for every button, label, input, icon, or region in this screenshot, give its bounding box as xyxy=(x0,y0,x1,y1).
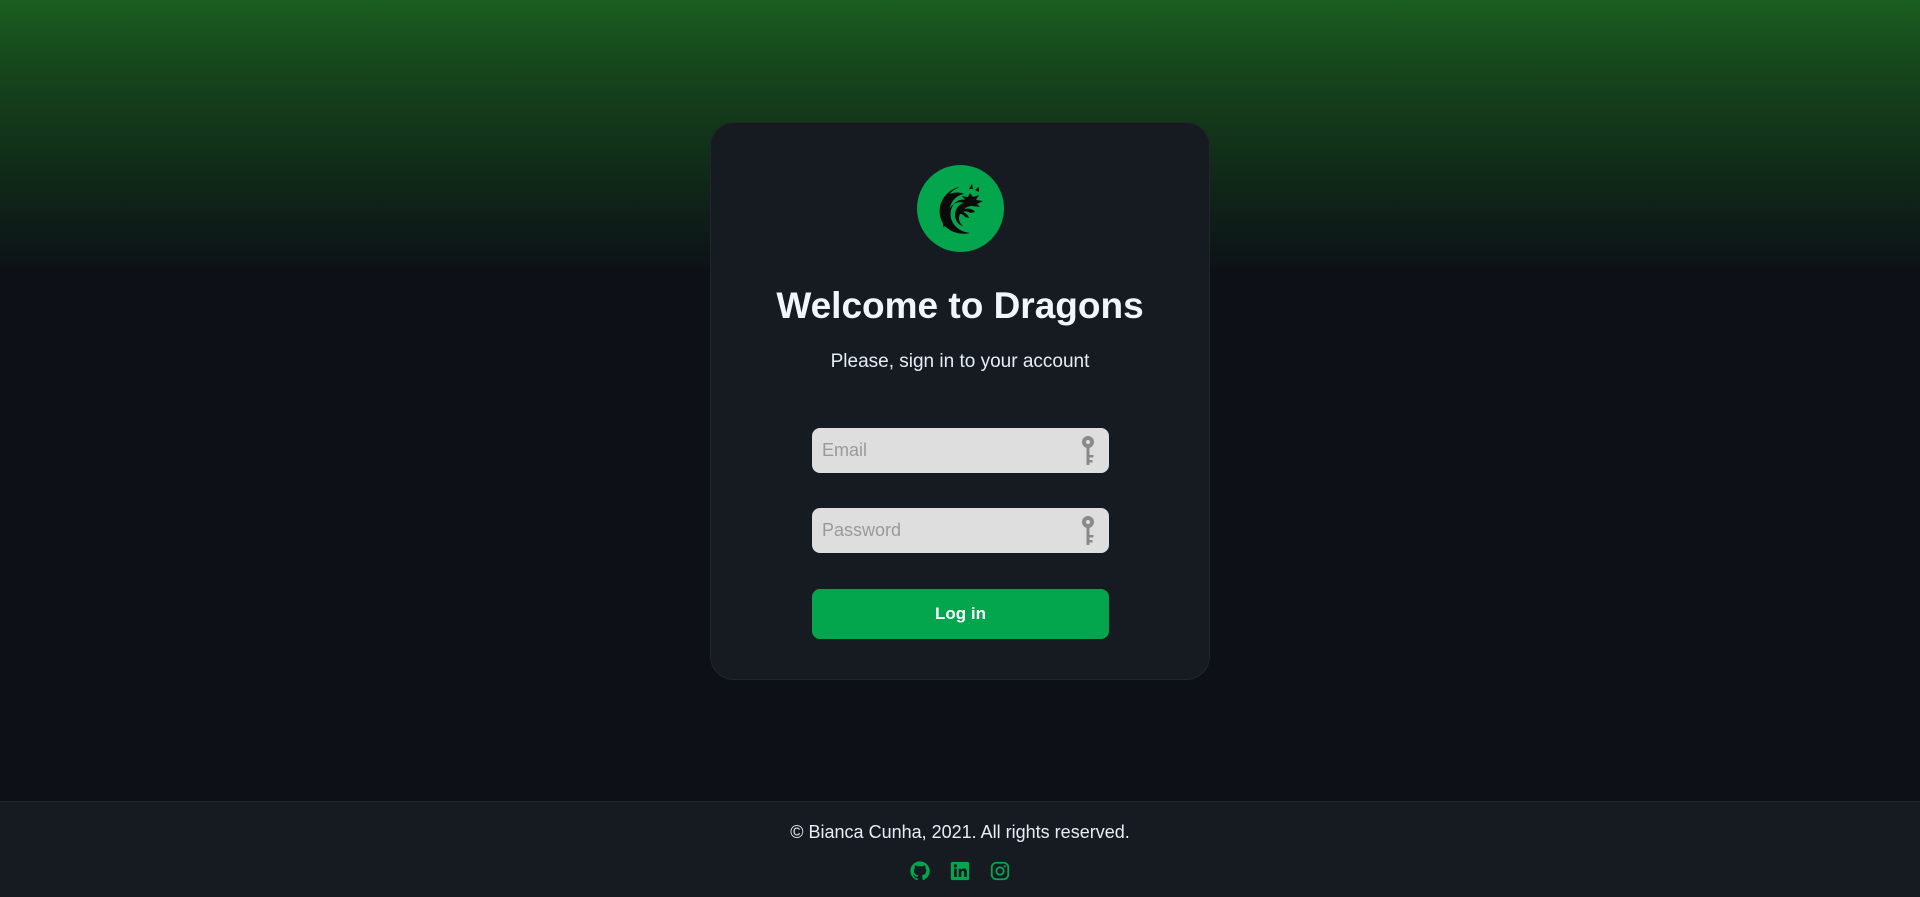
page-title: Welcome to Dragons xyxy=(776,285,1144,326)
password-field[interactable] xyxy=(812,508,1109,553)
key-icon xyxy=(1082,436,1094,465)
footer: © Bianca Cunha, 2021. All rights reserve… xyxy=(0,801,1920,897)
social-links xyxy=(0,860,1920,882)
linkedin-link[interactable] xyxy=(949,860,971,882)
email-field[interactable] xyxy=(812,428,1109,473)
linkedin-icon xyxy=(950,861,970,881)
instagram-link[interactable] xyxy=(989,860,1011,882)
copyright-text: © Bianca Cunha, 2021. All rights reserve… xyxy=(790,822,1130,842)
login-button[interactable]: Log in xyxy=(812,589,1109,639)
page-subtitle: Please, sign in to your account xyxy=(830,351,1090,372)
dragon-logo xyxy=(917,165,1004,252)
instagram-icon xyxy=(990,861,1010,881)
github-icon xyxy=(910,861,930,881)
email-field-wrapper xyxy=(812,428,1109,473)
github-link[interactable] xyxy=(909,860,931,882)
key-icon xyxy=(1082,516,1094,545)
login-card: Welcome to Dragons Please, sign in to yo… xyxy=(710,122,1210,680)
dragon-icon xyxy=(939,183,983,234)
password-field-wrapper xyxy=(812,508,1109,553)
